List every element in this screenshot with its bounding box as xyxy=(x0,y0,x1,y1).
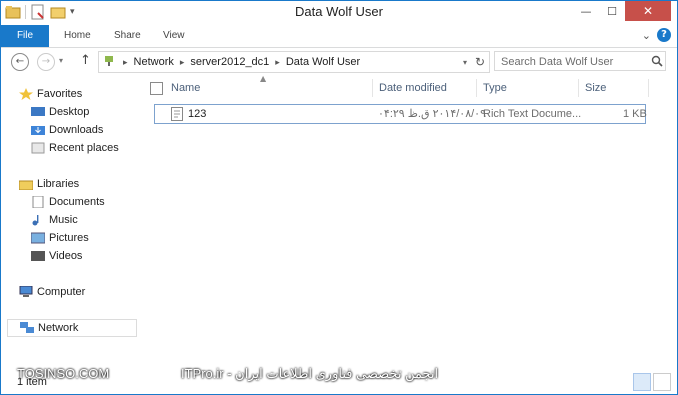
downloads-icon xyxy=(31,124,45,136)
column-name[interactable]: Name xyxy=(171,77,200,99)
tab-file[interactable]: File xyxy=(1,25,49,47)
nav-desktop-label: Desktop xyxy=(49,106,90,118)
computer-icon xyxy=(19,285,33,298)
nav-network[interactable]: Network xyxy=(7,319,137,337)
ribbon: File Home Share View ⌄ ? xyxy=(1,25,677,48)
title-bar: ▾ Data Wolf User — ☐ ✕ xyxy=(1,1,677,25)
network-location-icon xyxy=(103,54,117,71)
nav-recent-label: Recent places xyxy=(49,142,119,154)
navigation-pane: Favorites Desktop Downloads Recent place… xyxy=(1,77,141,367)
breadcrumb-separator-icon[interactable]: ▸ xyxy=(275,57,280,68)
nav-favorites[interactable]: Favorites xyxy=(19,85,82,103)
nav-downloads[interactable]: Downloads xyxy=(31,121,103,139)
breadcrumb-server[interactable]: server2012_dc1 xyxy=(190,56,269,68)
file-type: Rich Text Docume... xyxy=(483,108,582,120)
libraries-icon xyxy=(18,178,34,191)
explorer-window: ▾ Data Wolf User — ☐ ✕ File Home Share V… xyxy=(0,0,678,395)
nav-network-label: Network xyxy=(38,322,79,334)
nav-videos-label: Videos xyxy=(49,250,83,262)
recent-places-icon xyxy=(31,142,45,154)
column-size[interactable]: Size xyxy=(585,77,606,99)
close-button[interactable]: ✕ xyxy=(625,1,671,21)
column-date-modified[interactable]: Date modified xyxy=(379,77,447,99)
network-icon xyxy=(20,322,34,334)
videos-icon xyxy=(31,250,45,262)
nav-libraries[interactable]: Libraries xyxy=(18,175,80,193)
tab-share[interactable]: Share xyxy=(114,25,141,47)
sort-arrow-icon: ▲ xyxy=(260,74,267,83)
nav-desktop[interactable]: Desktop xyxy=(31,103,89,121)
nav-computer[interactable]: Computer xyxy=(19,283,85,301)
search-input[interactable]: Search Data Wolf User xyxy=(494,51,666,71)
back-button[interactable]: ← xyxy=(11,53,29,71)
forward-button[interactable]: → xyxy=(37,53,55,71)
file-list: ▲ Name Date modified Type Size 123 ۲۰۱۴/… xyxy=(142,74,662,367)
nav-documents[interactable]: Documents xyxy=(31,193,105,211)
file-row[interactable]: 123 ۲۰۱۴/۰۸/۰۹ ق.ظ ۰۴:۲۹ Rich Text Docum… xyxy=(154,104,647,125)
rtf-file-icon xyxy=(171,107,183,125)
star-icon xyxy=(19,88,33,100)
watermark-left: TOSINSO.COM xyxy=(17,366,110,381)
watermark-right: ITPro.ir - انجمن تخصصی فناوری اطلاعات ای… xyxy=(181,366,439,381)
breadcrumb-folder[interactable]: Data Wolf User xyxy=(286,56,360,68)
maximize-button[interactable]: ☐ xyxy=(599,1,625,21)
nav-computer-label: Computer xyxy=(37,286,86,298)
refresh-icon[interactable]: ↻ xyxy=(475,55,485,69)
tab-home[interactable]: Home xyxy=(64,25,91,47)
nav-documents-label: Documents xyxy=(49,196,105,208)
select-all-checkbox[interactable] xyxy=(150,82,163,95)
documents-icon xyxy=(31,195,45,209)
nav-music[interactable]: Music xyxy=(31,211,78,229)
recent-locations-icon[interactable]: ▾ xyxy=(59,56,63,65)
pictures-icon xyxy=(30,232,46,244)
file-size: 1 KB xyxy=(623,108,647,120)
music-icon xyxy=(31,214,45,226)
breadcrumb-separator-icon[interactable]: ▸ xyxy=(180,57,185,68)
search-icon[interactable] xyxy=(651,55,663,70)
file-date-modified: ۲۰۱۴/۰۸/۰۹ ق.ظ ۰۴:۲۹ xyxy=(378,108,486,120)
nav-music-label: Music xyxy=(49,214,78,226)
column-type[interactable]: Type xyxy=(483,77,507,99)
nav-videos[interactable]: Videos xyxy=(31,247,82,265)
file-name[interactable]: 123 xyxy=(188,105,206,123)
address-dropdown-icon[interactable]: ▾ xyxy=(463,58,467,67)
nav-pictures-label: Pictures xyxy=(49,232,89,244)
nav-downloads-label: Downloads xyxy=(49,124,104,136)
up-button[interactable]: ↑ xyxy=(80,53,91,68)
tab-view[interactable]: View xyxy=(163,25,185,47)
details-view-icon[interactable] xyxy=(633,373,651,391)
minimize-button[interactable]: — xyxy=(573,1,599,21)
breadcrumb-separator-icon[interactable]: ▸ xyxy=(123,57,128,68)
large-icons-view-icon[interactable] xyxy=(653,373,671,391)
desktop-icon xyxy=(31,106,45,118)
nav-favorites-label: Favorites xyxy=(37,88,83,100)
breadcrumb-network[interactable]: Network xyxy=(134,56,174,68)
nav-pictures[interactable]: Pictures xyxy=(30,229,89,247)
nav-recent-places[interactable]: Recent places xyxy=(31,139,119,157)
address-row: ← → ▾ ↑ ▸ Network ▸ server2012_dc1 ▸ Dat… xyxy=(1,48,677,76)
nav-libraries-label: Libraries xyxy=(37,178,80,190)
help-icon[interactable]: ? xyxy=(657,28,671,42)
expand-ribbon-icon[interactable]: ⌄ xyxy=(642,29,651,42)
address-bar[interactable]: ▸ Network ▸ server2012_dc1 ▸ Data Wolf U… xyxy=(98,51,490,73)
